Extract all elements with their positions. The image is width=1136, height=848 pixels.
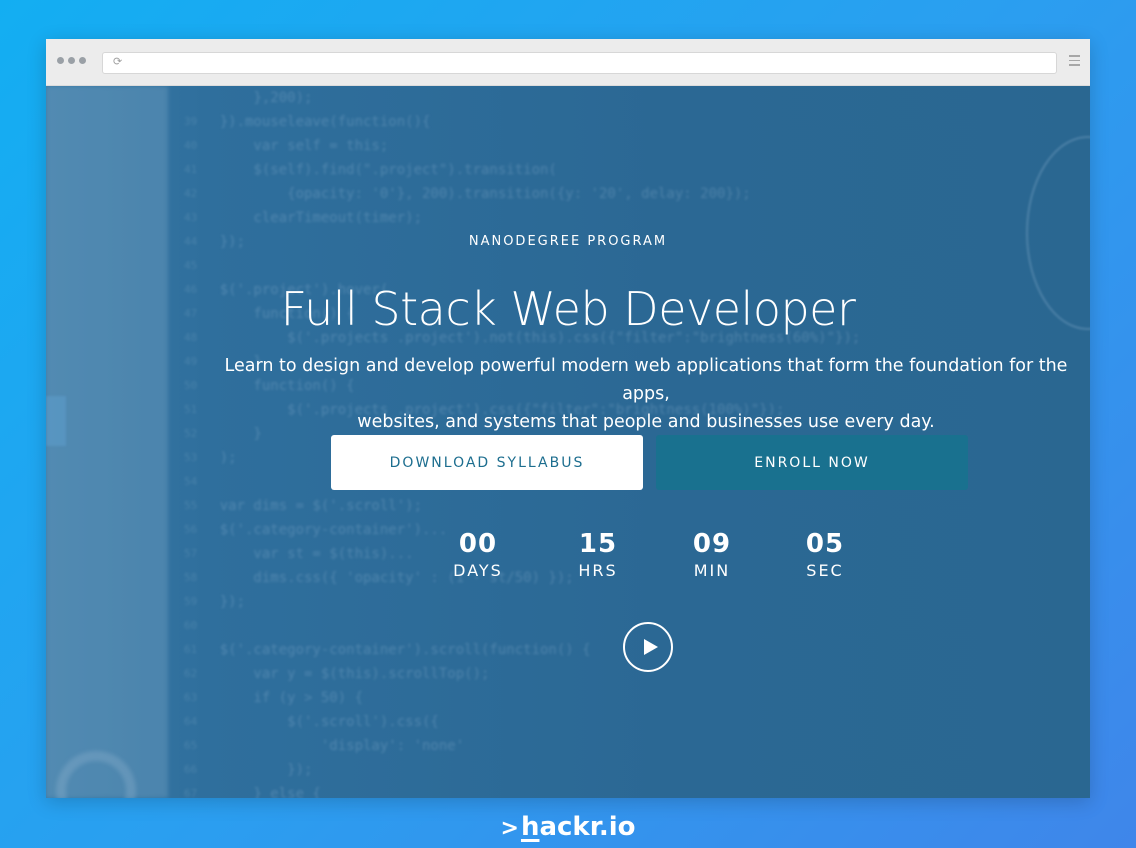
- play-icon: [644, 639, 658, 655]
- countdown-minutes-unit: MIN: [693, 561, 731, 580]
- countdown-hours-value: 15: [578, 529, 618, 559]
- logo-caret: >: [500, 816, 519, 841]
- countdown-seconds-value: 05: [805, 529, 845, 559]
- window-dot-2[interactable]: [68, 57, 75, 64]
- hamburger-menu-icon[interactable]: [1069, 55, 1080, 69]
- download-syllabus-button[interactable]: DOWNLOAD SYLLABUS: [331, 435, 643, 490]
- page-title: Full Stack Web Developer: [280, 282, 856, 336]
- countdown-minutes: 09 MIN: [662, 529, 762, 580]
- countdown-days-value: 00: [458, 529, 498, 559]
- play-video-button[interactable]: [623, 622, 673, 672]
- countdown-seconds: 05 SEC: [775, 529, 875, 580]
- window-dot-3[interactable]: [79, 57, 86, 64]
- countdown-hours: 15 HRS: [548, 529, 648, 580]
- countdown-minutes-value: 09: [692, 529, 732, 559]
- countdown-days-unit: DAYS: [453, 561, 503, 580]
- logo-rest: ackr.io: [539, 812, 636, 842]
- reload-icon[interactable]: ⟳: [113, 55, 122, 68]
- background-decoration: [46, 396, 66, 446]
- hackr-logo: >hackr.io: [0, 812, 1136, 842]
- hero-description-line-1: Learn to design and develop powerful mod…: [224, 356, 1068, 404]
- hero-section: 39 40 41 42 43 44 45 46 47 48 49 50 51 5…: [46, 86, 1090, 798]
- hero-description: Learn to design and develop powerful mod…: [206, 352, 1086, 436]
- logo-first-letter: h: [520, 812, 540, 842]
- browser-window: ⟳ 39 40 41 42 43 44 45 46 47 48 49 50 51…: [46, 39, 1090, 798]
- browser-toolbar: ⟳: [46, 39, 1090, 86]
- countdown-seconds-unit: SEC: [806, 561, 844, 580]
- program-eyebrow: NANODEGREE PROGRAM: [468, 234, 668, 249]
- window-dot-1[interactable]: [57, 57, 64, 64]
- hero-description-line-2: websites, and systems that people and bu…: [357, 412, 935, 432]
- countdown-hours-unit: HRS: [578, 561, 618, 580]
- enroll-now-button[interactable]: ENROLL NOW: [656, 435, 968, 490]
- window-controls: [57, 57, 86, 64]
- address-bar[interactable]: ⟳: [102, 52, 1057, 74]
- countdown-days: 00 DAYS: [428, 529, 528, 580]
